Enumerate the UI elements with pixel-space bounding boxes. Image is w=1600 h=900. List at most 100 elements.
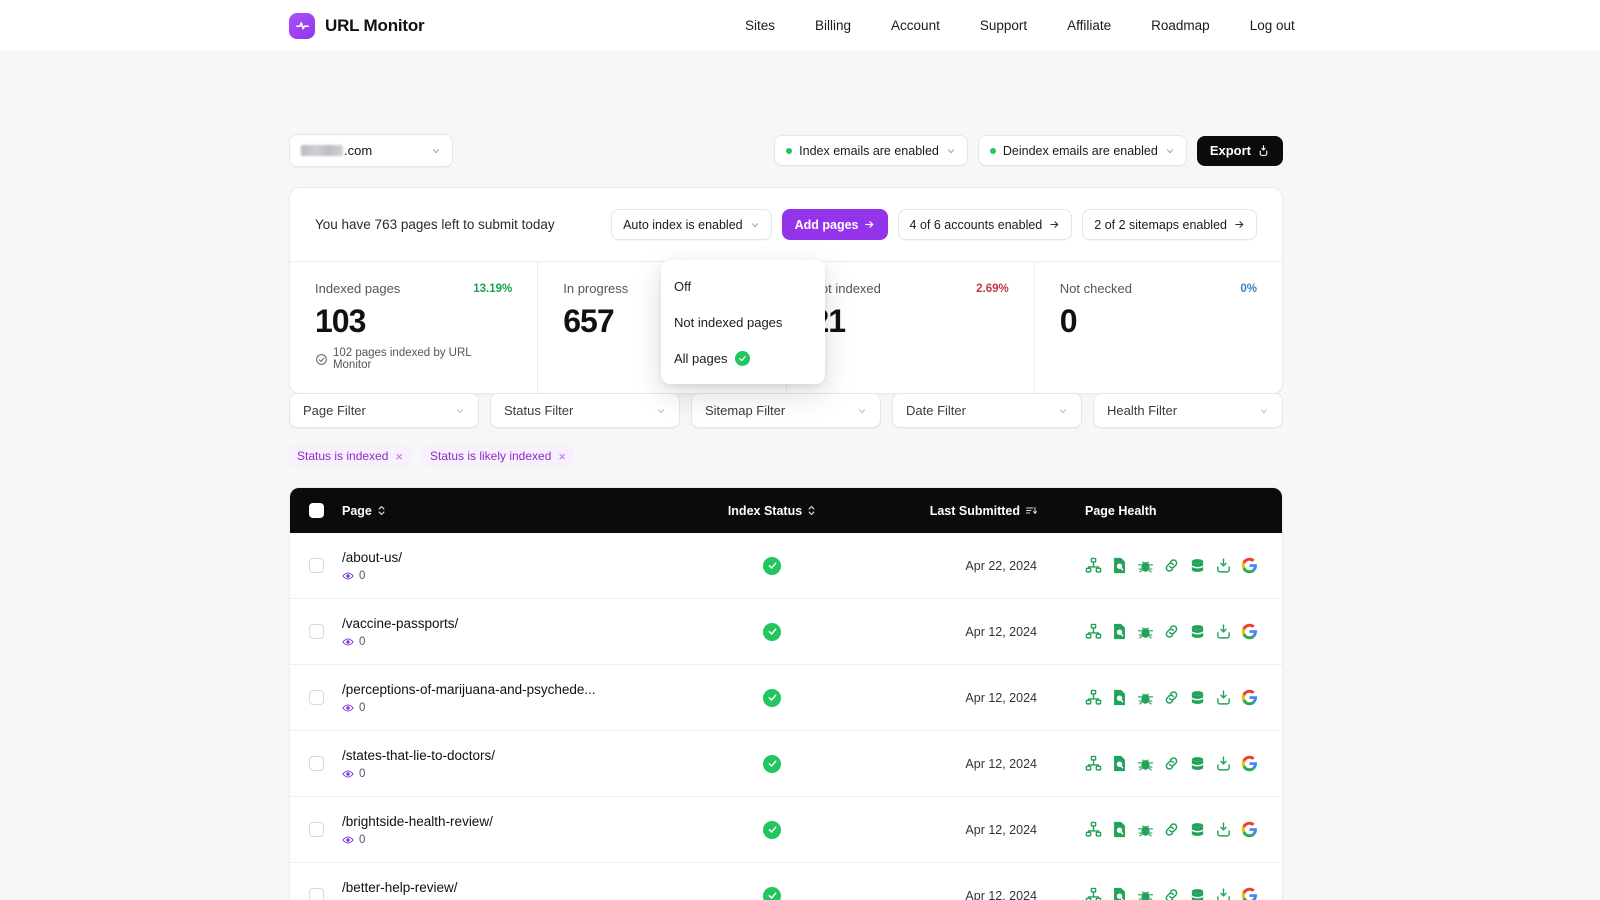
google-logo-icon[interactable] <box>1241 623 1258 640</box>
indexing-download-icon[interactable] <box>1215 887 1232 900</box>
indexing-download-icon[interactable] <box>1215 623 1232 640</box>
link-icon[interactable] <box>1163 623 1180 640</box>
table-row[interactable]: /better-help-review/0 Apr 12, 2024 <box>290 863 1282 900</box>
nav-item-roadmap[interactable]: Roadmap <box>1151 18 1210 33</box>
brand-logo-group[interactable]: URL Monitor <box>289 12 425 39</box>
index-emails-toggle[interactable]: Index emails are enabled <box>774 135 968 166</box>
indexing-download-icon[interactable] <box>1215 557 1232 574</box>
link-icon[interactable] <box>1163 557 1180 574</box>
google-logo-icon[interactable] <box>1241 689 1258 706</box>
column-header-index-status[interactable]: Index Status <box>682 504 862 518</box>
database-schema-icon[interactable] <box>1189 821 1206 838</box>
indexing-download-icon[interactable] <box>1215 755 1232 772</box>
bug-robots-icon[interactable] <box>1137 821 1154 838</box>
select-all-checkbox[interactable] <box>308 503 324 518</box>
dropdown-item-all-pages[interactable]: All pages <box>661 340 825 376</box>
sitemap-icon[interactable] <box>1085 887 1102 900</box>
status-filter[interactable]: Status Filter <box>490 393 680 428</box>
bug-robots-icon[interactable] <box>1137 557 1154 574</box>
table-row[interactable]: /vaccine-passports/0 Apr 12, 2024 <box>290 599 1282 665</box>
sitemap-icon[interactable] <box>1085 689 1102 706</box>
filter-chip-status-indexed[interactable]: Status is indexed × <box>289 445 411 467</box>
page-filter[interactable]: Page Filter <box>289 393 479 428</box>
link-icon[interactable] <box>1163 689 1180 706</box>
dropdown-item-not-indexed-pages[interactable]: Not indexed pages <box>661 304 825 340</box>
page-url-link[interactable]: /better-help-review/ <box>342 880 682 895</box>
row-checkbox[interactable] <box>308 690 324 705</box>
sitemaps-enabled-button[interactable]: 2 of 2 sitemaps enabled <box>1082 209 1257 240</box>
table-row[interactable]: /perceptions-of-marijuana-and-psychede..… <box>290 665 1282 731</box>
add-pages-button[interactable]: Add pages <box>781 209 888 240</box>
google-logo-icon[interactable] <box>1241 887 1258 900</box>
document-search-icon[interactable] <box>1111 557 1128 574</box>
page-url-link[interactable]: /about-us/ <box>342 550 682 565</box>
nav-item-billing[interactable]: Billing <box>815 18 851 33</box>
indexing-download-icon[interactable] <box>1215 689 1232 706</box>
database-schema-icon[interactable] <box>1189 623 1206 640</box>
health-filter[interactable]: Health Filter <box>1093 393 1283 428</box>
database-schema-icon[interactable] <box>1189 887 1206 900</box>
link-icon[interactable] <box>1163 821 1180 838</box>
accounts-enabled-button[interactable]: 4 of 6 accounts enabled <box>897 209 1073 240</box>
table-row[interactable]: /about-us/0 Apr 22, 2024 <box>290 533 1282 599</box>
nav-item-sites[interactable]: Sites <box>745 18 775 33</box>
close-icon[interactable]: × <box>558 450 566 463</box>
sitemap-icon[interactable] <box>1085 755 1102 772</box>
dropdown-item-off[interactable]: Off <box>661 268 825 304</box>
document-search-icon[interactable] <box>1111 689 1128 706</box>
nav-item-account[interactable]: Account <box>891 18 940 33</box>
filter-chip-status-likely-indexed[interactable]: Status is likely indexed × <box>421 445 574 467</box>
sitemap-filter-label: Sitemap Filter <box>705 403 786 418</box>
column-header-page[interactable]: Page <box>342 504 682 518</box>
row-checkbox[interactable] <box>308 624 324 639</box>
page-health-cell <box>1037 821 1282 838</box>
nav-item-affiliate[interactable]: Affiliate <box>1067 18 1111 33</box>
google-logo-icon[interactable] <box>1241 557 1258 574</box>
column-header-label: Last Submitted <box>929 503 1020 518</box>
table-row[interactable]: /states-that-lie-to-doctors/0 Apr 12, 202… <box>290 731 1282 797</box>
google-logo-icon[interactable] <box>1241 821 1258 838</box>
row-checkbox[interactable] <box>308 558 324 573</box>
database-schema-icon[interactable] <box>1189 755 1206 772</box>
deindex-emails-toggle[interactable]: Deindex emails are enabled <box>977 135 1187 166</box>
link-icon[interactable] <box>1163 755 1180 772</box>
column-header-last-submitted[interactable]: Last Submitted <box>862 504 1037 518</box>
bug-robots-icon[interactable] <box>1137 887 1154 900</box>
page-url-link[interactable]: /brightside-health-review/ <box>342 814 682 829</box>
date-filter[interactable]: Date Filter <box>892 393 1082 428</box>
chevron-down-icon <box>947 148 954 153</box>
status-badge-indexed <box>763 754 781 773</box>
sitemap-icon[interactable] <box>1085 557 1102 574</box>
page-url-link[interactable]: /vaccine-passports/ <box>342 616 682 631</box>
database-schema-icon[interactable] <box>1189 557 1206 574</box>
table-row[interactable]: /brightside-health-review/0 Apr 12, 2024 <box>290 797 1282 863</box>
close-icon[interactable]: × <box>395 450 403 463</box>
page-url-link[interactable]: /states-that-lie-to-doctors/ <box>342 748 682 763</box>
auto-index-dropdown[interactable]: Auto index is enabled <box>611 209 772 240</box>
sitemap-filter[interactable]: Sitemap Filter <box>691 393 881 428</box>
nav-item-logout[interactable]: Log out <box>1250 18 1295 33</box>
indexing-download-icon[interactable] <box>1215 821 1232 838</box>
row-checkbox[interactable] <box>308 822 324 837</box>
page-views-count: 0 <box>359 701 366 714</box>
bug-robots-icon[interactable] <box>1137 755 1154 772</box>
nav-item-support[interactable]: Support <box>980 18 1027 33</box>
last-submitted-date: Apr 12, 2024 <box>965 624 1037 639</box>
auto-index-dropdown-menu: Off Not indexed pages All pages <box>661 260 825 384</box>
document-search-icon[interactable] <box>1111 887 1128 900</box>
google-logo-icon[interactable] <box>1241 755 1258 772</box>
export-button[interactable]: Export <box>1196 135 1283 166</box>
site-selector[interactable]: .com <box>289 134 453 167</box>
document-search-icon[interactable] <box>1111 755 1128 772</box>
row-checkbox[interactable] <box>308 756 324 771</box>
document-search-icon[interactable] <box>1111 623 1128 640</box>
document-search-icon[interactable] <box>1111 821 1128 838</box>
database-schema-icon[interactable] <box>1189 689 1206 706</box>
sitemap-icon[interactable] <box>1085 821 1102 838</box>
link-icon[interactable] <box>1163 887 1180 900</box>
bug-robots-icon[interactable] <box>1137 689 1154 706</box>
row-checkbox[interactable] <box>308 888 324 900</box>
page-url-link[interactable]: /perceptions-of-marijuana-and-psychede..… <box>342 682 682 697</box>
sitemap-icon[interactable] <box>1085 623 1102 640</box>
bug-robots-icon[interactable] <box>1137 623 1154 640</box>
